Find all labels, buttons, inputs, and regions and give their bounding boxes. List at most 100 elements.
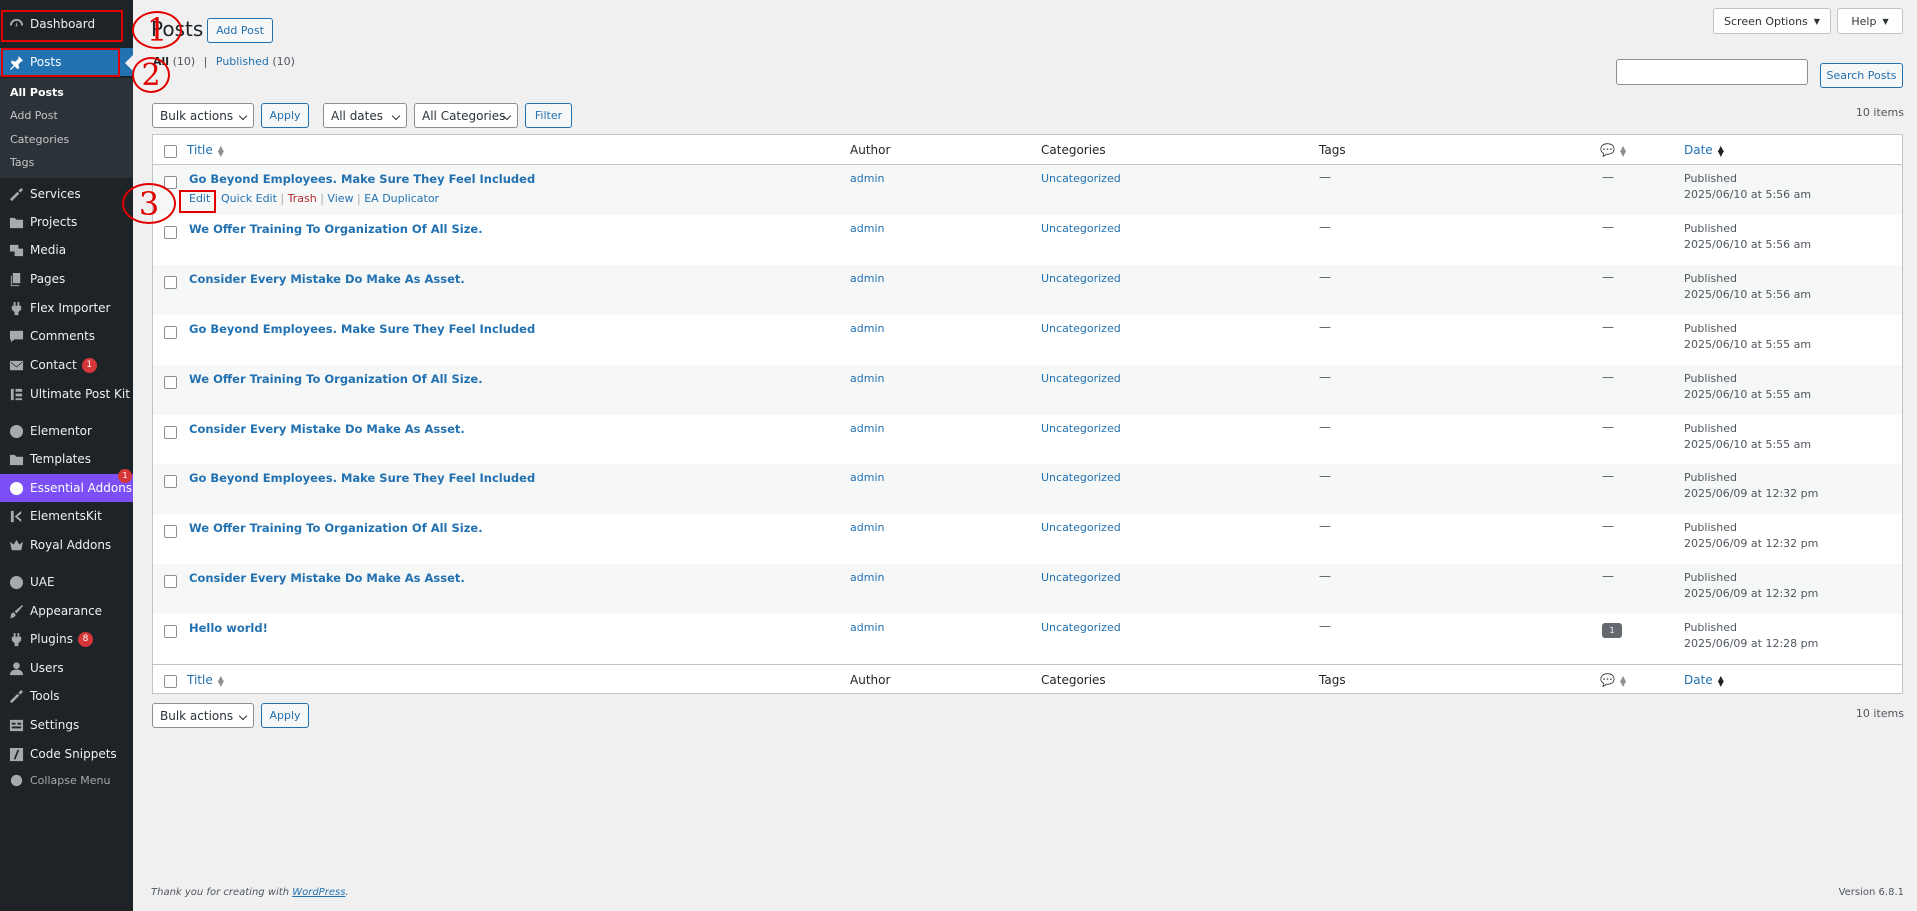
post-author-link[interactable]: admin bbox=[850, 172, 884, 185]
row-checkbox[interactable] bbox=[164, 426, 177, 439]
apply-button-bottom[interactable]: Apply bbox=[261, 703, 309, 728]
post-category-link[interactable]: Uncategorized bbox=[1041, 222, 1121, 235]
row-checkbox[interactable] bbox=[164, 276, 177, 289]
post-category-link[interactable]: Uncategorized bbox=[1041, 322, 1121, 335]
sidebar-item-comments[interactable]: Comments bbox=[0, 322, 133, 350]
sidebar-item-uae[interactable]: UAE bbox=[0, 568, 133, 596]
post-author-link[interactable]: admin bbox=[850, 222, 884, 235]
sidebar-item-posts[interactable]: Posts bbox=[0, 48, 133, 76]
bulk-actions-select-bottom[interactable]: Bulk actions bbox=[152, 703, 254, 728]
sidebar-item-settings[interactable]: Settings bbox=[0, 711, 133, 739]
sidebar-item-dashboard[interactable]: Dashboard bbox=[0, 10, 133, 38]
sidebar-item-media[interactable]: Media bbox=[0, 236, 133, 264]
post-author-link[interactable]: admin bbox=[850, 372, 884, 385]
post-category-link[interactable]: Uncategorized bbox=[1041, 272, 1121, 285]
post-title-link[interactable]: Consider Every Mistake Do Make As Asset. bbox=[189, 422, 465, 436]
post-category-link[interactable]: Uncategorized bbox=[1041, 422, 1121, 435]
help-button[interactable]: Help ▼ bbox=[1837, 8, 1903, 34]
collapse-icon bbox=[8, 772, 24, 788]
post-title-link[interactable]: Consider Every Mistake Do Make As Asset. bbox=[189, 571, 465, 585]
sidebar-item-royal-addons[interactable]: Royal Addons bbox=[0, 531, 133, 559]
add-post-button[interactable]: Add Post bbox=[207, 18, 273, 43]
ea-duplicator-link[interactable]: EA Duplicator bbox=[364, 192, 439, 205]
post-author-link[interactable]: admin bbox=[850, 272, 884, 285]
submenu-categories[interactable]: Categories bbox=[10, 133, 69, 146]
post-title-link[interactable]: We Offer Training To Organization Of All… bbox=[189, 222, 483, 236]
post-author-link[interactable]: admin bbox=[850, 521, 884, 534]
post-title-link[interactable]: We Offer Training To Organization Of All… bbox=[189, 521, 483, 535]
sidebar-item-code-snippets[interactable]: Code Snippets bbox=[0, 740, 133, 768]
select-all-checkbox[interactable] bbox=[164, 675, 177, 688]
sidebar-item-ultimate-post-kit[interactable]: Ultimate Post Kit bbox=[0, 380, 133, 408]
post-author-link[interactable]: admin bbox=[850, 471, 884, 484]
row-checkbox[interactable] bbox=[164, 525, 177, 538]
post-title-link[interactable]: Go Beyond Employees. Make Sure They Feel… bbox=[189, 172, 535, 186]
sidebar-item-tools[interactable]: Tools bbox=[0, 682, 133, 710]
column-date-header[interactable]: Date ▲ ▼ bbox=[1684, 143, 1724, 157]
post-category-link[interactable]: Uncategorized bbox=[1041, 571, 1121, 584]
post-title-link[interactable]: Go Beyond Employees. Make Sure They Feel… bbox=[189, 471, 535, 485]
filter-button[interactable]: Filter bbox=[525, 103, 572, 128]
row-checkbox[interactable] bbox=[164, 575, 177, 588]
sidebar-item-users[interactable]: Users bbox=[0, 654, 133, 682]
post-category-link[interactable]: Uncategorized bbox=[1041, 372, 1121, 385]
submenu-tags[interactable]: Tags bbox=[10, 156, 34, 169]
sidebar-item-appearance[interactable]: Appearance bbox=[0, 597, 133, 625]
post-author-link[interactable]: admin bbox=[850, 322, 884, 335]
screen-options-button[interactable]: Screen Options ▼ bbox=[1713, 8, 1831, 34]
comment-count-bubble[interactable]: 1 bbox=[1602, 623, 1622, 638]
apply-button[interactable]: Apply bbox=[261, 103, 309, 128]
row-checkbox[interactable] bbox=[164, 376, 177, 389]
search-posts-input[interactable] bbox=[1616, 59, 1808, 85]
row-checkbox[interactable] bbox=[164, 475, 177, 488]
footer-thanks: Thank you for creating with bbox=[151, 887, 293, 898]
bulk-actions-select[interactable]: Bulk actions bbox=[152, 103, 254, 128]
edit-link[interactable]: Edit bbox=[189, 192, 210, 205]
sidebar-collapse-menu[interactable]: Collapse Menu bbox=[0, 766, 133, 794]
search-posts-button[interactable]: Search Posts bbox=[1820, 63, 1903, 88]
sidebar-item-templates[interactable]: Templates bbox=[0, 445, 133, 473]
view-link[interactable]: View bbox=[327, 192, 353, 205]
post-title-link[interactable]: Consider Every Mistake Do Make As Asset. bbox=[189, 272, 465, 286]
column-title-header[interactable]: Title ▲ ▼ bbox=[187, 143, 224, 157]
submenu-add-post[interactable]: Add Post bbox=[10, 109, 58, 122]
column-comments-header[interactable]: 💬 ▲ ▼ bbox=[1600, 143, 1626, 157]
sidebar-item-projects[interactable]: Projects bbox=[0, 208, 133, 236]
sidebar-item-plugins[interactable]: Plugins 8 bbox=[0, 625, 133, 653]
column-date-header[interactable]: Date ▲ ▼ bbox=[1684, 673, 1724, 687]
trash-link[interactable]: Trash bbox=[288, 192, 317, 205]
filter-all[interactable]: All bbox=[153, 55, 169, 68]
post-category-link[interactable]: Uncategorized bbox=[1041, 521, 1121, 534]
sidebar-item-flex-importer[interactable]: Flex Importer bbox=[0, 294, 133, 322]
sidebar-item-elementskit[interactable]: ElementsKit bbox=[0, 502, 133, 530]
submenu-all-posts[interactable]: All Posts bbox=[10, 86, 64, 99]
sidebar-item-pages[interactable]: Pages bbox=[0, 265, 133, 293]
column-title-header[interactable]: Title ▲ ▼ bbox=[187, 673, 224, 687]
row-checkbox[interactable] bbox=[164, 176, 177, 189]
row-checkbox[interactable] bbox=[164, 326, 177, 339]
post-title-link[interactable]: Hello world! bbox=[189, 621, 268, 635]
post-category-link[interactable]: Uncategorized bbox=[1041, 621, 1121, 634]
categories-filter-select[interactable]: All Categories bbox=[414, 103, 518, 128]
dates-filter-select[interactable]: All dates bbox=[323, 103, 407, 128]
post-author-link[interactable]: admin bbox=[850, 621, 884, 634]
row-checkbox[interactable] bbox=[164, 625, 177, 638]
quick-edit-link[interactable]: Quick Edit bbox=[221, 192, 277, 205]
sidebar-item-essential-addons[interactable]: Essential Addons bbox=[0, 474, 133, 502]
select-all-checkbox[interactable] bbox=[164, 145, 177, 158]
post-author-link[interactable]: admin bbox=[850, 422, 884, 435]
sidebar-item-contact[interactable]: Contact 1 bbox=[0, 351, 133, 379]
filter-published[interactable]: Published bbox=[216, 55, 269, 68]
row-checkbox[interactable] bbox=[164, 226, 177, 239]
post-date: 2025/06/09 at 12:28 pm bbox=[1684, 637, 1819, 650]
column-author-header: Author bbox=[850, 673, 891, 687]
post-category-link[interactable]: Uncategorized bbox=[1041, 172, 1121, 185]
post-author-link[interactable]: admin bbox=[850, 571, 884, 584]
sidebar-item-elementor[interactable]: Elementor bbox=[0, 417, 133, 445]
post-title-link[interactable]: Go Beyond Employees. Make Sure They Feel… bbox=[189, 322, 535, 336]
sidebar-item-services[interactable]: Services bbox=[0, 180, 133, 208]
post-title-link[interactable]: We Offer Training To Organization Of All… bbox=[189, 372, 483, 386]
column-comments-header[interactable]: 💬 ▲ ▼ bbox=[1600, 673, 1626, 687]
post-category-link[interactable]: Uncategorized bbox=[1041, 471, 1121, 484]
wordpress-link[interactable]: WordPress bbox=[292, 887, 345, 898]
